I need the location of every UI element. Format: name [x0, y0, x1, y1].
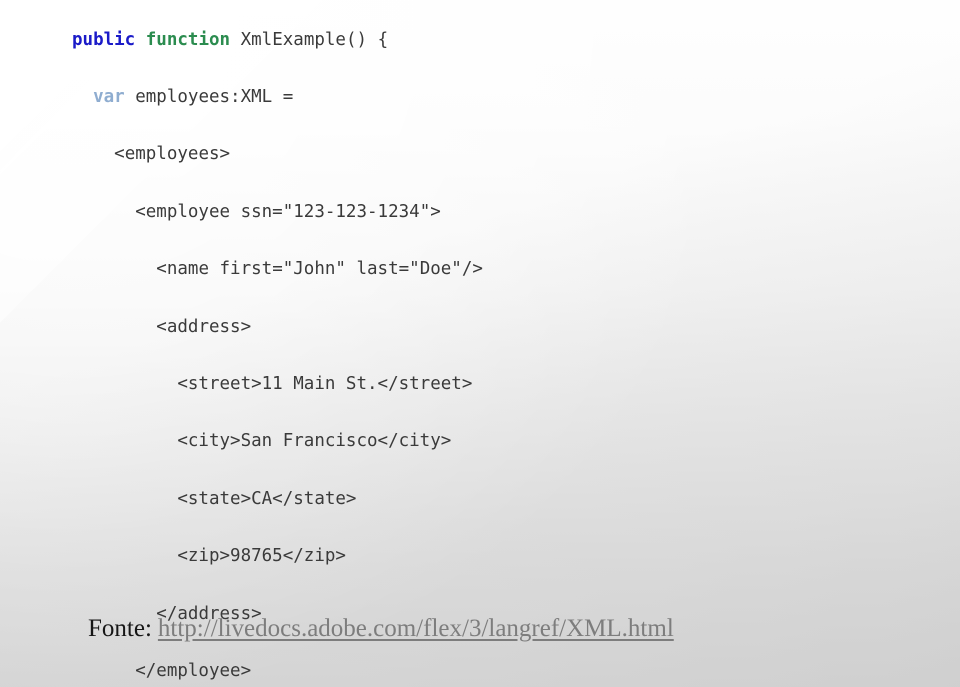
code-listing: public function XmlExample() { var emplo…: [0, 26, 960, 687]
code-keyword: public: [72, 29, 136, 50]
code-text: <name first="John" last="Doe"/>: [156, 259, 483, 280]
code-line: </employee>: [0, 657, 960, 686]
code-line: <state>CA</state>: [0, 485, 960, 514]
code-text: </employee>: [135, 660, 252, 681]
code-text: <employees>: [114, 144, 231, 165]
code-text: <city>San Francisco</city>: [177, 431, 452, 452]
code-text: <address>: [156, 316, 252, 337]
code-line: public function XmlExample() {: [0, 26, 960, 55]
code-text: XmlExample() {: [230, 29, 389, 50]
source-link[interactable]: http://livedocs.adobe.com/flex/3/langref…: [158, 615, 674, 642]
code-keyword: function: [145, 29, 231, 50]
code-line: <employees>: [0, 140, 960, 169]
code-line: <zip>98765</zip>: [0, 542, 960, 571]
code-keyword: var: [93, 86, 125, 107]
code-text: <employee ssn="123-123-1234">: [135, 201, 441, 222]
code-text: <state>CA</state>: [177, 488, 357, 509]
source-label: Fonte:: [88, 615, 152, 642]
code-line: <city>San Francisco</city>: [0, 427, 960, 456]
code-text: <street>11 Main St.</street>: [177, 373, 473, 394]
code-text: <zip>98765</zip>: [177, 546, 346, 567]
code-line: <employee ssn="123-123-1234">: [0, 198, 960, 227]
code-line: <name first="John" last="Doe"/>: [0, 255, 960, 284]
slide-canvas: public function XmlExample() { var emplo…: [0, 0, 960, 687]
code-line: <street>11 Main St.</street>: [0, 370, 960, 399]
code-line: <address>: [0, 313, 960, 342]
code-text: employees:XML =: [124, 86, 294, 107]
code-line: var employees:XML =: [0, 83, 960, 112]
source-attribution: Fonte: http://livedocs.adobe.com/flex/3/l…: [88, 614, 674, 644]
